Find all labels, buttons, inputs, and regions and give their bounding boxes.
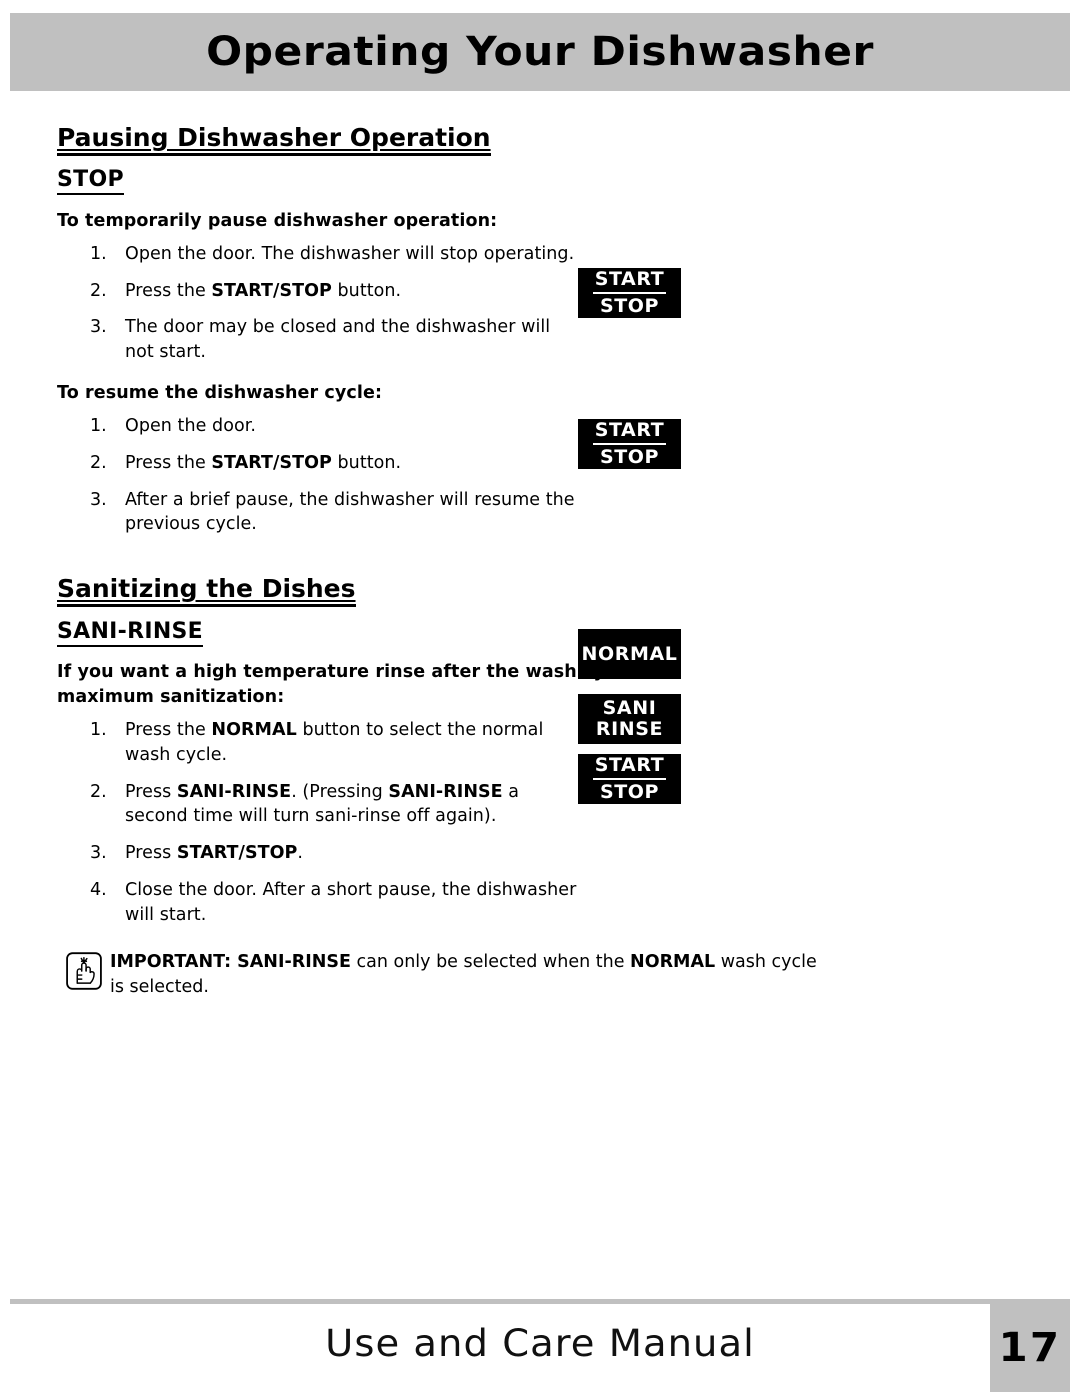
instruction-step-list: 1. Open the door. The dishwasher will sto… xyxy=(0,242,1080,365)
step-number: 1. xyxy=(90,719,107,740)
step-text: After a brief pause, the dishwasher will… xyxy=(125,489,575,535)
instruction-step: 1. Open the door. The dishwasher will sto… xyxy=(0,242,1080,267)
step-number: 2. xyxy=(90,452,107,473)
button-line-2: STOP xyxy=(599,446,660,468)
important-note-text: IMPORTANT: SANI-RINSE can only be select… xyxy=(110,951,817,997)
step-text: Press SANI-RINSE. (Pressing SANI-RINSE a… xyxy=(125,781,520,827)
instruction-step: 3. Press START/STOP. xyxy=(0,841,1080,866)
button-line-1: START xyxy=(592,269,667,294)
instruction-step-list: 1. Open the door. 2. Press the START/STOP b… xyxy=(0,414,1080,537)
instruction-step: 1. Press the NORMAL button to select the … xyxy=(0,718,1080,768)
start-stop-button-1[interactable]: START STOP xyxy=(578,268,681,318)
step-number: 3. xyxy=(90,843,107,864)
step-number: 4. xyxy=(90,880,107,901)
section-subheading: STOP xyxy=(0,166,1080,196)
step-text: Press the NORMAL button to select the no… xyxy=(125,719,544,765)
button-line-1: START xyxy=(592,420,667,445)
hand-with-string-reminder-icon xyxy=(66,951,102,990)
start-stop-button-3[interactable]: START STOP xyxy=(578,754,681,804)
button-line-1: NORMAL xyxy=(581,642,678,665)
footer-divider xyxy=(10,1299,1070,1304)
step-text: Press START/STOP. xyxy=(125,843,304,864)
instruction-step: 2. Press the START/STOP button. xyxy=(0,279,1080,304)
button-line-2: STOP xyxy=(599,781,660,803)
instruction-step: 1. Open the door. xyxy=(0,414,1080,439)
normal-button[interactable]: NORMAL xyxy=(578,629,681,679)
step-number: 3. xyxy=(90,489,107,510)
step-number: 2. xyxy=(90,781,107,802)
instruction-step-list: 1. Press the NORMAL button to select the … xyxy=(0,718,1080,928)
step-text: Press the START/STOP button. xyxy=(125,280,402,301)
instruction-lead-in: To temporarily pause dishwasher operatio… xyxy=(57,210,498,231)
section-heading-text: Pausing Dishwasher Operation xyxy=(57,123,491,156)
step-text: The door may be closed and the dishwashe… xyxy=(125,317,551,363)
step-number: 2. xyxy=(90,280,107,301)
step-number: 1. xyxy=(90,415,107,436)
page-number-box: 17 xyxy=(990,1304,1070,1392)
page-header-banner: Operating Your Dishwasher xyxy=(10,13,1070,91)
step-number: 1. xyxy=(90,243,107,264)
step-text: Close the door. After a short pause, the… xyxy=(125,880,577,925)
step-number: 3. xyxy=(90,317,107,338)
step-text: Open the door. xyxy=(125,415,256,436)
section-heading: Pausing Dishwasher Operation xyxy=(0,122,1080,156)
instruction-step: 3. After a brief pause, the dishwasher wi… xyxy=(0,488,1080,538)
page-title: Operating Your Dishwasher xyxy=(206,29,874,75)
instruction-step: 2. Press the START/STOP button. xyxy=(0,451,1080,476)
sani-rinse-button[interactable]: SANI RINSE xyxy=(578,694,681,744)
button-line-1: SANI xyxy=(602,697,657,720)
step-text: Press the START/STOP button. xyxy=(125,452,402,473)
step-text: Open the door. The dishwasher will stop … xyxy=(125,243,575,264)
section-subheading-text: STOP xyxy=(57,167,124,196)
section-heading-text: Sanitizing the Dishes xyxy=(57,574,356,608)
section-heading: Sanitizing the Dishes xyxy=(0,573,1080,608)
button-line-1: START xyxy=(592,755,667,780)
instruction-step: 3. The door may be closed and the dishwas… xyxy=(0,315,1080,365)
instruction-step: 2. Press SANI-RINSE. (Pressing SANI-RINSE… xyxy=(0,780,1080,830)
main-content: Pausing Dishwasher Operation STOP To tempo… xyxy=(0,100,1080,999)
manual-page: Operating Your Dishwasher Pausing Dishwa… xyxy=(0,0,1080,1397)
page-number: 17 xyxy=(998,1325,1062,1371)
start-stop-button-2[interactable]: START STOP xyxy=(578,419,681,469)
instruction-lead-in: To resume the dishwasher cycle: xyxy=(57,383,383,404)
button-line-2: RINSE xyxy=(595,718,664,740)
section-subheading: SANI-RINSE xyxy=(0,618,1080,647)
important-note: IMPORTANT: SANI-RINSE can only be select… xyxy=(0,950,850,1000)
instruction-step: 4. Close the door. After a short pause, t… xyxy=(0,878,1080,928)
section-subheading-text: SANI-RINSE xyxy=(57,618,204,647)
button-line-2: STOP xyxy=(599,295,660,317)
footer-manual-title: Use and Care Manual xyxy=(325,1322,755,1365)
